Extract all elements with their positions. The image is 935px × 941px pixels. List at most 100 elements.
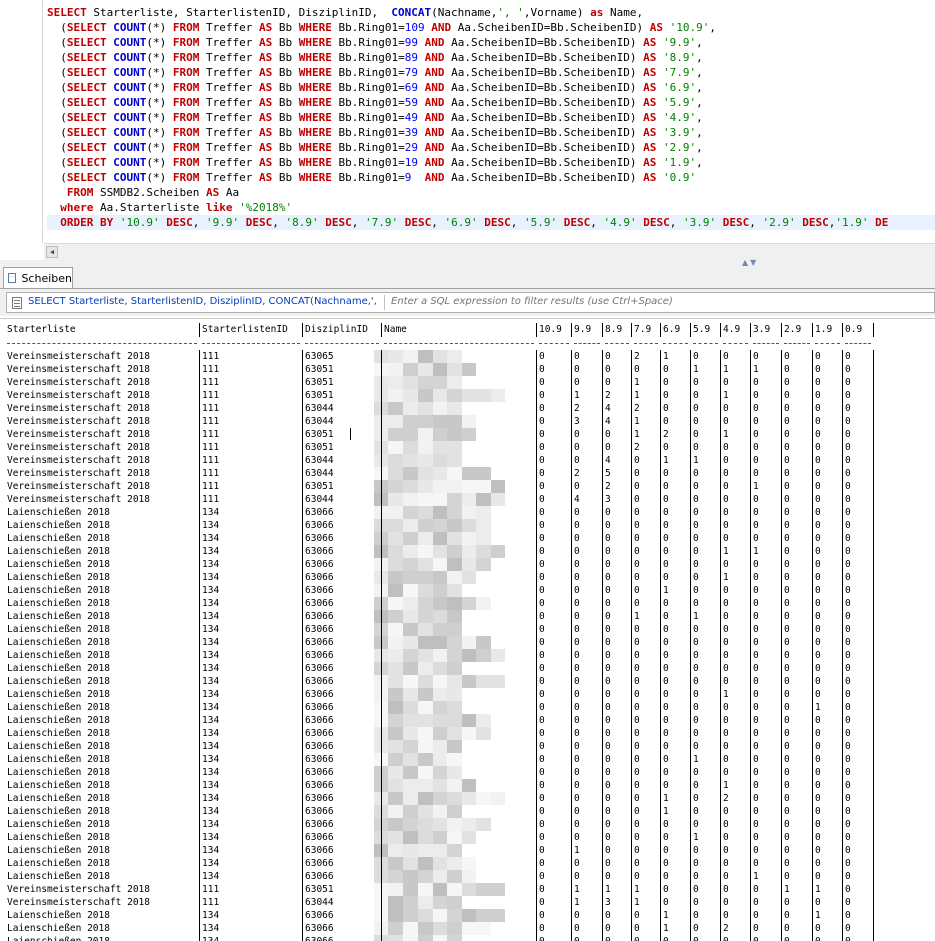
table-cell[interactable]: 111 <box>202 389 219 402</box>
table-cell[interactable]: 0 <box>539 688 545 701</box>
table-cell[interactable]: 0 <box>845 428 851 441</box>
table-cell[interactable]: 0 <box>693 896 699 909</box>
table-cell[interactable]: 0 <box>605 350 611 363</box>
table-cell[interactable]: 0 <box>539 350 545 363</box>
table-cell[interactable]: 0 <box>574 857 580 870</box>
table-cell[interactable]: Vereinsmeisterschaft 2018 <box>7 402 150 415</box>
table-cell[interactable]: 0 <box>784 402 790 415</box>
table-cell[interactable]: 63066 <box>305 753 334 766</box>
table-cell[interactable]: 0 <box>574 818 580 831</box>
table-cell[interactable]: 0 <box>845 844 851 857</box>
table-cell[interactable]: 0 <box>723 519 729 532</box>
table-cell[interactable]: 0 <box>693 350 699 363</box>
table-cell[interactable]: 0 <box>574 441 580 454</box>
table-cell[interactable]: 0 <box>574 376 580 389</box>
table-cell[interactable]: 0 <box>539 493 545 506</box>
table-cell[interactable]: 63066 <box>305 675 334 688</box>
table-cell[interactable]: Vereinsmeisterschaft 2018 <box>7 363 150 376</box>
table-cell[interactable]: 0 <box>634 467 640 480</box>
sql-line[interactable]: (SELECT COUNT(*) FROM Treffer AS Bb WHER… <box>47 110 935 125</box>
table-cell[interactable]: 0 <box>663 376 669 389</box>
table-cell[interactable]: 1 <box>753 870 759 883</box>
table-cell[interactable]: 0 <box>753 636 759 649</box>
table-cell[interactable]: 0 <box>634 818 640 831</box>
table-cell[interactable]: 0 <box>663 896 669 909</box>
sql-line[interactable]: (SELECT COUNT(*) FROM Treffer AS Bb WHER… <box>47 50 935 65</box>
table-cell[interactable]: 0 <box>753 753 759 766</box>
column-header[interactable]: 1.9 <box>815 323 832 337</box>
table-cell[interactable]: 1 <box>663 909 669 922</box>
table-cell[interactable]: 0 <box>784 350 790 363</box>
table-cell[interactable]: 0 <box>539 610 545 623</box>
table-cell[interactable]: 0 <box>693 532 699 545</box>
table-cell[interactable]: 0 <box>634 636 640 649</box>
table-cell[interactable]: 0 <box>539 727 545 740</box>
table-cell[interactable]: 0 <box>845 870 851 883</box>
sql-line[interactable]: (SELECT COUNT(*) FROM Treffer AS Bb WHER… <box>47 125 935 140</box>
table-cell[interactable]: 0 <box>574 909 580 922</box>
table-cell[interactable]: 0 <box>815 493 821 506</box>
table-cell[interactable]: 0 <box>539 818 545 831</box>
table-cell[interactable]: 134 <box>202 610 219 623</box>
table-cell[interactable]: 0 <box>815 571 821 584</box>
table-cell[interactable]: 1 <box>723 389 729 402</box>
table-cell[interactable]: 0 <box>753 805 759 818</box>
table-cell[interactable]: 134 <box>202 662 219 675</box>
table-cell[interactable]: 0 <box>753 415 759 428</box>
table-cell[interactable]: Laienschießen 2018 <box>7 779 110 792</box>
table-cell[interactable]: 63065 <box>305 350 334 363</box>
table-cell[interactable]: 2 <box>605 389 611 402</box>
table-cell[interactable]: 111 <box>202 363 219 376</box>
table-cell[interactable]: 0 <box>845 350 851 363</box>
table-cell[interactable]: Vereinsmeisterschaft 2018 <box>7 896 150 909</box>
table-cell[interactable]: 0 <box>539 428 545 441</box>
table-cell[interactable]: 0 <box>634 909 640 922</box>
table-cell[interactable]: 63066 <box>305 701 334 714</box>
table-cell[interactable]: 0 <box>663 363 669 376</box>
table-cell[interactable]: 1 <box>693 363 699 376</box>
table-cell[interactable]: 0 <box>845 402 851 415</box>
table-cell[interactable]: 63044 <box>305 415 334 428</box>
table-cell[interactable]: Laienschießen 2018 <box>7 909 110 922</box>
table-cell[interactable]: 0 <box>784 610 790 623</box>
table-cell[interactable]: 0 <box>634 805 640 818</box>
filter-expression-input[interactable] <box>391 296 931 307</box>
table-cell[interactable]: 0 <box>693 727 699 740</box>
table-cell[interactable]: 0 <box>815 792 821 805</box>
table-cell[interactable]: 0 <box>539 597 545 610</box>
table-cell[interactable]: 0 <box>845 467 851 480</box>
table-cell[interactable]: 0 <box>693 597 699 610</box>
table-cell[interactable]: 2 <box>574 467 580 480</box>
table-cell[interactable]: 0 <box>605 506 611 519</box>
table-cell[interactable]: 134 <box>202 506 219 519</box>
table-cell[interactable]: 0 <box>753 766 759 779</box>
table-cell[interactable]: 134 <box>202 818 219 831</box>
table-cell[interactable]: Vereinsmeisterschaft 2018 <box>7 415 150 428</box>
table-cell[interactable]: 0 <box>693 844 699 857</box>
table-cell[interactable]: 0 <box>539 740 545 753</box>
table-cell[interactable]: 0 <box>723 896 729 909</box>
table-cell[interactable]: 0 <box>845 766 851 779</box>
table-cell[interactable]: 134 <box>202 675 219 688</box>
table-cell[interactable]: 1 <box>634 376 640 389</box>
table-cell[interactable]: 0 <box>723 818 729 831</box>
column-header[interactable]: DisziplinID <box>305 323 368 337</box>
table-cell[interactable]: 0 <box>574 688 580 701</box>
table-cell[interactable]: 0 <box>574 766 580 779</box>
table-cell[interactable]: 0 <box>539 363 545 376</box>
table-cell[interactable]: 0 <box>539 935 545 941</box>
table-cell[interactable]: 0 <box>784 831 790 844</box>
table-cell[interactable]: 0 <box>784 480 790 493</box>
column-header[interactable]: Name <box>384 323 407 337</box>
table-cell[interactable]: Vereinsmeisterschaft 2018 <box>7 493 150 506</box>
table-cell[interactable]: 0 <box>723 753 729 766</box>
table-cell[interactable]: 0 <box>663 714 669 727</box>
table-cell[interactable]: 0 <box>693 701 699 714</box>
table-cell[interactable]: 0 <box>753 571 759 584</box>
table-cell[interactable]: 0 <box>663 831 669 844</box>
table-cell[interactable]: 0 <box>845 584 851 597</box>
table-cell[interactable]: 0 <box>574 740 580 753</box>
table-cell[interactable]: 134 <box>202 727 219 740</box>
table-cell[interactable]: 0 <box>663 571 669 584</box>
table-cell[interactable]: 0 <box>723 844 729 857</box>
